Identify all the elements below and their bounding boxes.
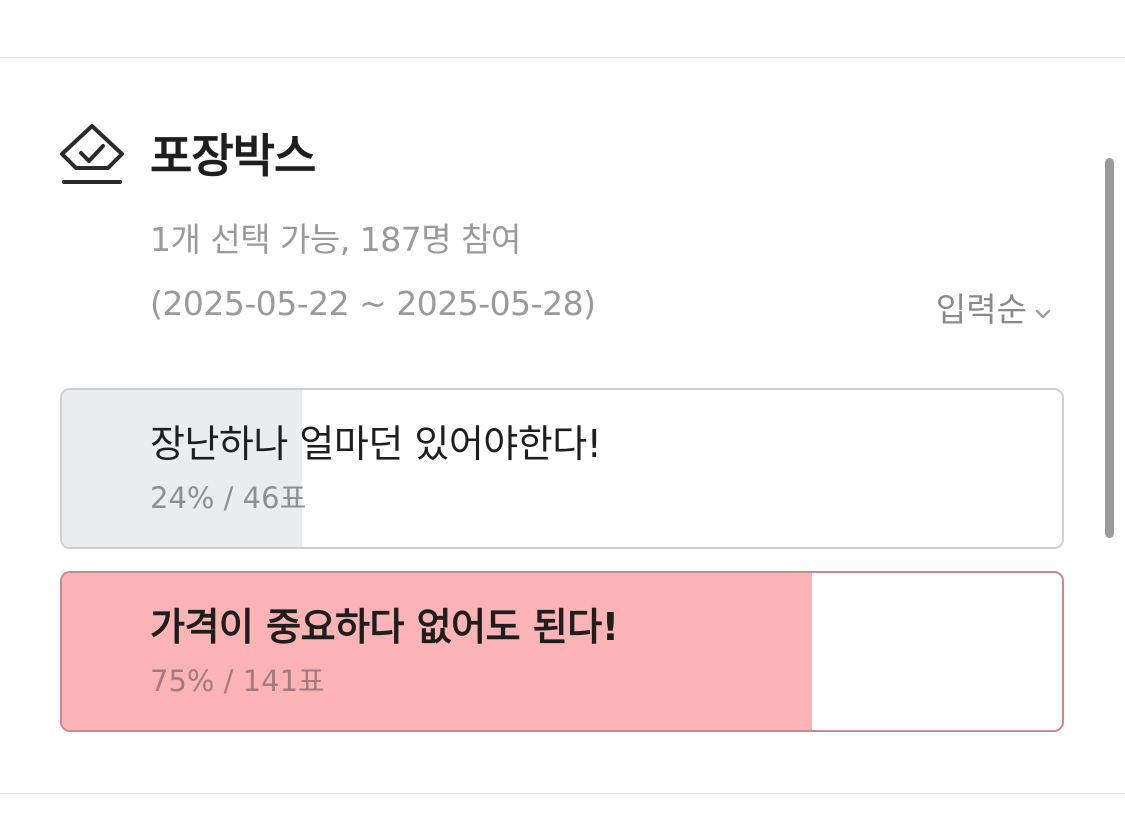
- poll-title: 포장박스: [150, 129, 316, 183]
- option-label: 장난하나 얼마던 있어야한다!: [150, 422, 602, 466]
- poll-option-2[interactable]: 가격이 중요하다 없어도 된다! 75% / 141표: [60, 571, 1064, 732]
- scrollbar[interactable]: [1105, 158, 1115, 538]
- bottom-divider: [0, 793, 1125, 794]
- option-stat: 24% / 46표: [150, 481, 307, 515]
- option-label: 가격이 중요하다 없어도 된다!: [150, 605, 619, 649]
- poll-meta-date-range: (2025-05-22 ~ 2025-05-28): [150, 284, 596, 323]
- poll-page: 포장박스 1개 선택 가능, 187명 참여 (2025-05-22 ~ 202…: [0, 0, 1125, 838]
- chevron-down-icon: [1035, 309, 1051, 319]
- vote-check-icon: [60, 124, 124, 184]
- poll-meta-participation: 1개 선택 가능, 187명 참여: [150, 220, 521, 259]
- sort-dropdown-button[interactable]: 입력순: [936, 288, 1053, 332]
- poll-option-1[interactable]: 장난하나 얼마던 있어야한다! 24% / 46표: [60, 388, 1064, 549]
- top-divider: [0, 57, 1125, 58]
- sort-label: 입력순: [935, 290, 1027, 329]
- option-stat: 75% / 141표: [150, 664, 325, 698]
- scrollbar-thumb[interactable]: [1105, 158, 1114, 538]
